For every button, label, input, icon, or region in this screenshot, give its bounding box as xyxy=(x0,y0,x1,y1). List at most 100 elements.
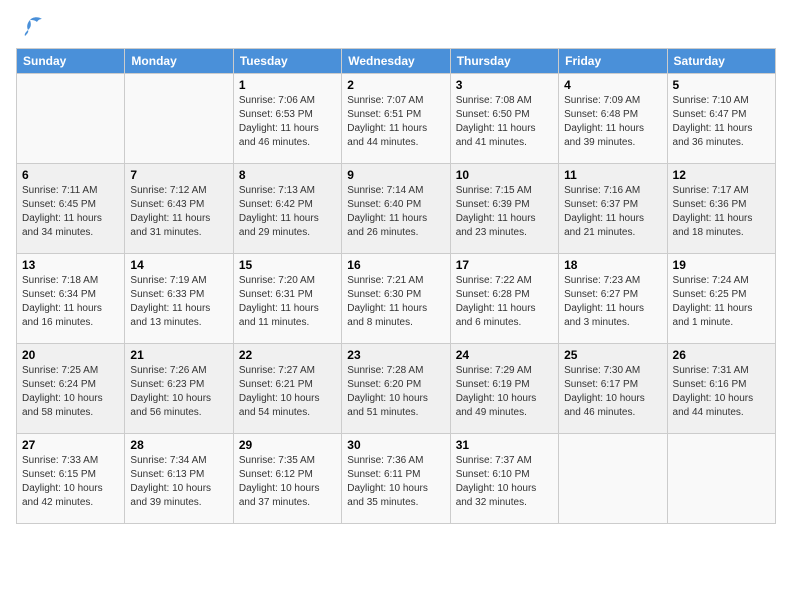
day-info: Sunrise: 7:15 AM Sunset: 6:39 PM Dayligh… xyxy=(456,184,553,240)
day-cell: 5Sunrise: 7:10 AM Sunset: 6:47 PM Daylig… xyxy=(667,74,775,164)
day-number: 15 xyxy=(239,258,336,272)
day-cell: 7 Sunrise: 7:12 AM Sunset: 6:43 PM Daylig… xyxy=(125,164,233,254)
day-number: 10 xyxy=(456,168,553,182)
day-number: 6 xyxy=(22,168,119,182)
day-info: Sunrise: 7:11 AM Sunset: 6:45 PM Dayligh… xyxy=(22,184,119,240)
day-cell: 26 Sunrise: 7:31 AM Sunset: 6:16 PM Dayli… xyxy=(667,344,775,434)
day-cell: 2Sunrise: 7:07 AM Sunset: 6:51 PM Daylig… xyxy=(342,74,450,164)
day-cell: 19 Sunrise: 7:24 AM Sunset: 6:25 PM Dayli… xyxy=(667,254,775,344)
day-number: 28 xyxy=(130,438,227,452)
day-info: Sunrise: 7:21 AM Sunset: 6:30 PM Dayligh… xyxy=(347,274,444,330)
day-info: Sunrise: 7:36 AM Sunset: 6:11 PM Dayligh… xyxy=(347,454,444,510)
day-info: Sunrise: 7:31 AM Sunset: 6:16 PM Dayligh… xyxy=(673,364,770,420)
day-cell xyxy=(667,434,775,524)
day-number: 19 xyxy=(673,258,770,272)
day-cell: 13 Sunrise: 7:18 AM Sunset: 6:34 PM Dayli… xyxy=(17,254,125,344)
day-cell: 29 Sunrise: 7:35 AM Sunset: 6:12 PM Dayli… xyxy=(233,434,341,524)
day-number: 12 xyxy=(673,168,770,182)
day-number: 3 xyxy=(456,78,553,92)
day-number: 14 xyxy=(130,258,227,272)
day-number: 21 xyxy=(130,348,227,362)
day-cell: 6 Sunrise: 7:11 AM Sunset: 6:45 PM Daylig… xyxy=(17,164,125,254)
day-info: Sunrise: 7:35 AM Sunset: 6:12 PM Dayligh… xyxy=(239,454,336,510)
day-number: 25 xyxy=(564,348,661,362)
day-info: Sunrise: 7:25 AM Sunset: 6:24 PM Dayligh… xyxy=(22,364,119,420)
day-cell: 27 Sunrise: 7:33 AM Sunset: 6:15 PM Dayli… xyxy=(17,434,125,524)
day-number: 8 xyxy=(239,168,336,182)
calendar-table: SundayMondayTuesdayWednesdayThursdayFrid… xyxy=(16,48,776,524)
day-info: Sunrise: 7:29 AM Sunset: 6:19 PM Dayligh… xyxy=(456,364,553,420)
day-cell: 20 Sunrise: 7:25 AM Sunset: 6:24 PM Dayli… xyxy=(17,344,125,434)
day-info: Sunrise: 7:24 AM Sunset: 6:25 PM Dayligh… xyxy=(673,274,770,330)
day-cell: 1 Sunrise: 7:06 AM Sunset: 6:53 PM Daylig… xyxy=(233,74,341,164)
week-row-5: 27 Sunrise: 7:33 AM Sunset: 6:15 PM Dayli… xyxy=(17,434,776,524)
day-cell: 23 Sunrise: 7:28 AM Sunset: 6:20 PM Dayli… xyxy=(342,344,450,434)
day-info: Sunrise: 7:07 AM Sunset: 6:51 PM Dayligh… xyxy=(347,94,444,150)
week-row-2: 6 Sunrise: 7:11 AM Sunset: 6:45 PM Daylig… xyxy=(17,164,776,254)
day-number: 18 xyxy=(564,258,661,272)
day-cell: 10 Sunrise: 7:15 AM Sunset: 6:39 PM Dayli… xyxy=(450,164,558,254)
day-cell: 24 Sunrise: 7:29 AM Sunset: 6:19 PM Dayli… xyxy=(450,344,558,434)
day-cell: 22 Sunrise: 7:27 AM Sunset: 6:21 PM Dayli… xyxy=(233,344,341,434)
weekday-header-sunday: Sunday xyxy=(17,49,125,74)
weekday-header-row: SundayMondayTuesdayWednesdayThursdayFrid… xyxy=(17,49,776,74)
weekday-header-monday: Monday xyxy=(125,49,233,74)
week-row-1: 1 Sunrise: 7:06 AM Sunset: 6:53 PM Daylig… xyxy=(17,74,776,164)
day-info: Sunrise: 7:17 AM Sunset: 6:36 PM Dayligh… xyxy=(673,184,770,240)
day-cell: 3 Sunrise: 7:08 AM Sunset: 6:50 PM Daylig… xyxy=(450,74,558,164)
day-number: 30 xyxy=(347,438,444,452)
day-info: Sunrise: 7:16 AM Sunset: 6:37 PM Dayligh… xyxy=(564,184,661,240)
day-number: 23 xyxy=(347,348,444,362)
day-cell: 12 Sunrise: 7:17 AM Sunset: 6:36 PM Dayli… xyxy=(667,164,775,254)
day-number: 16 xyxy=(347,258,444,272)
day-cell xyxy=(559,434,667,524)
day-info: Sunrise: 7:10 AM Sunset: 6:47 PM Dayligh… xyxy=(673,94,770,150)
day-number: 29 xyxy=(239,438,336,452)
day-number: 1 xyxy=(239,78,336,92)
day-number: 4 xyxy=(564,78,661,92)
day-cell: 8 Sunrise: 7:13 AM Sunset: 6:42 PM Daylig… xyxy=(233,164,341,254)
day-number: 13 xyxy=(22,258,119,272)
day-info: Sunrise: 7:18 AM Sunset: 6:34 PM Dayligh… xyxy=(22,274,119,330)
day-cell: 11 Sunrise: 7:16 AM Sunset: 6:37 PM Dayli… xyxy=(559,164,667,254)
day-info: Sunrise: 7:22 AM Sunset: 6:28 PM Dayligh… xyxy=(456,274,553,330)
day-cell xyxy=(125,74,233,164)
day-cell: 9Sunrise: 7:14 AM Sunset: 6:40 PM Daylig… xyxy=(342,164,450,254)
weekday-header-tuesday: Tuesday xyxy=(233,49,341,74)
day-number: 7 xyxy=(130,168,227,182)
day-info: Sunrise: 7:14 AM Sunset: 6:40 PM Dayligh… xyxy=(347,184,444,240)
day-info: Sunrise: 7:13 AM Sunset: 6:42 PM Dayligh… xyxy=(239,184,336,240)
day-cell: 16 Sunrise: 7:21 AM Sunset: 6:30 PM Dayli… xyxy=(342,254,450,344)
day-info: Sunrise: 7:12 AM Sunset: 6:43 PM Dayligh… xyxy=(130,184,227,240)
day-cell: 4 Sunrise: 7:09 AM Sunset: 6:48 PM Daylig… xyxy=(559,74,667,164)
day-number: 17 xyxy=(456,258,553,272)
day-info: Sunrise: 7:33 AM Sunset: 6:15 PM Dayligh… xyxy=(22,454,119,510)
day-cell: 25Sunrise: 7:30 AM Sunset: 6:17 PM Dayli… xyxy=(559,344,667,434)
weekday-header-wednesday: Wednesday xyxy=(342,49,450,74)
day-number: 24 xyxy=(456,348,553,362)
day-info: Sunrise: 7:20 AM Sunset: 6:31 PM Dayligh… xyxy=(239,274,336,330)
day-info: Sunrise: 7:27 AM Sunset: 6:21 PM Dayligh… xyxy=(239,364,336,420)
weekday-header-thursday: Thursday xyxy=(450,49,558,74)
day-cell: 15 Sunrise: 7:20 AM Sunset: 6:31 PM Dayli… xyxy=(233,254,341,344)
day-info: Sunrise: 7:28 AM Sunset: 6:20 PM Dayligh… xyxy=(347,364,444,420)
day-info: Sunrise: 7:08 AM Sunset: 6:50 PM Dayligh… xyxy=(456,94,553,150)
day-cell: 18 Sunrise: 7:23 AM Sunset: 6:27 PM Dayli… xyxy=(559,254,667,344)
weekday-header-friday: Friday xyxy=(559,49,667,74)
day-info: Sunrise: 7:26 AM Sunset: 6:23 PM Dayligh… xyxy=(130,364,227,420)
day-number: 22 xyxy=(239,348,336,362)
day-info: Sunrise: 7:09 AM Sunset: 6:48 PM Dayligh… xyxy=(564,94,661,150)
day-number: 27 xyxy=(22,438,119,452)
page-header xyxy=(16,16,776,38)
week-row-4: 20 Sunrise: 7:25 AM Sunset: 6:24 PM Dayli… xyxy=(17,344,776,434)
weekday-header-saturday: Saturday xyxy=(667,49,775,74)
day-number: 11 xyxy=(564,168,661,182)
day-number: 20 xyxy=(22,348,119,362)
day-info: Sunrise: 7:06 AM Sunset: 6:53 PM Dayligh… xyxy=(239,94,336,150)
day-cell: 31Sunrise: 7:37 AM Sunset: 6:10 PM Dayli… xyxy=(450,434,558,524)
day-number: 26 xyxy=(673,348,770,362)
day-info: Sunrise: 7:23 AM Sunset: 6:27 PM Dayligh… xyxy=(564,274,661,330)
week-row-3: 13 Sunrise: 7:18 AM Sunset: 6:34 PM Dayli… xyxy=(17,254,776,344)
logo-icon xyxy=(16,16,44,38)
day-cell: 30 Sunrise: 7:36 AM Sunset: 6:11 PM Dayli… xyxy=(342,434,450,524)
